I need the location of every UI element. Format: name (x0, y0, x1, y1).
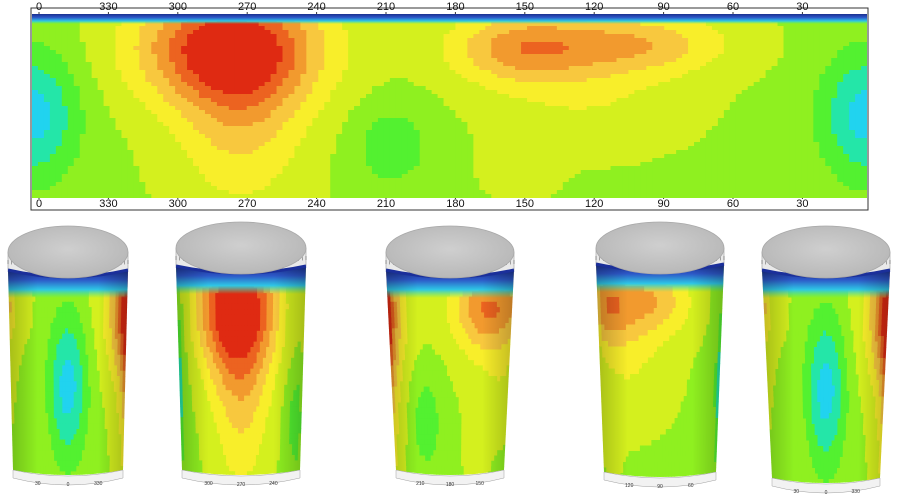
cylinder-bottom-tick-label: 270 (237, 482, 246, 488)
map-bottom-tick-label: 30 (796, 198, 808, 210)
map-top-tick-label: 300 (169, 1, 187, 13)
map-top-tick-label: 150 (516, 1, 534, 13)
map-bottom-tick-label: 180 (446, 198, 464, 210)
map-bottom-tick-label: 270 (238, 198, 256, 210)
map-bottom-tick-label: 120 (585, 198, 603, 210)
cylinder-views: 3003303030033030027024030027024021018015… (7, 221, 891, 494)
map-bottom-tick-label: 90 (657, 198, 669, 210)
unwrapped-map: 0 330 300 270 240 210 180 150 120 90 60 30 0 330 300 2… (30, 1, 869, 211)
cylinder-bottom-tick-label: 330 (852, 489, 861, 494)
map-bottom-tick-label: 0 (36, 198, 42, 210)
cylinder-view-0: 30033030300330 (7, 225, 129, 488)
map-bottom-tick-label: 330 (99, 198, 117, 210)
map-top-tick-label: 90 (657, 1, 669, 13)
cylinder-bottom-tick-label: 30 (35, 481, 41, 487)
map-bottom-tick-label: 240 (307, 198, 325, 210)
map-top-tick-label: 330 (99, 1, 117, 13)
map-top-tick-label: 210 (377, 1, 395, 13)
map-top-tick-label: 0 (36, 1, 42, 13)
cylinder-bottom-tick-label: 60 (688, 483, 694, 489)
map-top-tick-label: 60 (727, 1, 739, 13)
cylinder-view-180: 210180150210180150 (385, 225, 515, 488)
map-contour-field (32, 14, 867, 198)
map-bottom-tick-label: 210 (377, 198, 395, 210)
cylinder-bottom-tick-label: 240 (269, 481, 278, 487)
cylinder-bottom-tick-label: 180 (446, 482, 455, 488)
map-bottom-tick-label: 300 (169, 198, 187, 210)
map-bottom-tick-label: 150 (516, 198, 534, 210)
cylinder-view-0-repeat: 30033030300330 (761, 225, 891, 494)
cylinder-bottom-tick-label: 210 (416, 481, 425, 487)
map-top-tick-label: 30 (796, 1, 808, 13)
cylinder-bottom-tick-label: 120 (625, 483, 634, 489)
map-top-tick-label: 270 (238, 1, 256, 13)
map-top-tick-label: 120 (585, 1, 603, 13)
map-top-tick-label: 180 (446, 1, 464, 13)
cylinder-bottom-tick-label: 90 (657, 484, 663, 490)
cylinder-bottom-tick-label: 330 (94, 481, 103, 487)
map-bottom-tick-label: 60 (727, 198, 739, 210)
cylinder-bottom-tick-label: 0 (67, 482, 70, 488)
cylinder-bottom-tick-label: 30 (794, 489, 800, 494)
cylinder-bottom-tick-label: 150 (476, 481, 485, 487)
cylinder-bottom-tick-label: 0 (825, 490, 828, 494)
stress-contour-figure: 0 330 300 270 240 210 180 150 120 90 60 30 0 330 300 2… (7, 1, 891, 494)
cylinder-view-270: 300270240300270240 (175, 221, 307, 488)
cylinder-view-90: 12090601209060 (595, 221, 725, 490)
cylinder-bottom-tick-label: 300 (204, 481, 213, 487)
map-top-tick-label: 240 (307, 1, 325, 13)
